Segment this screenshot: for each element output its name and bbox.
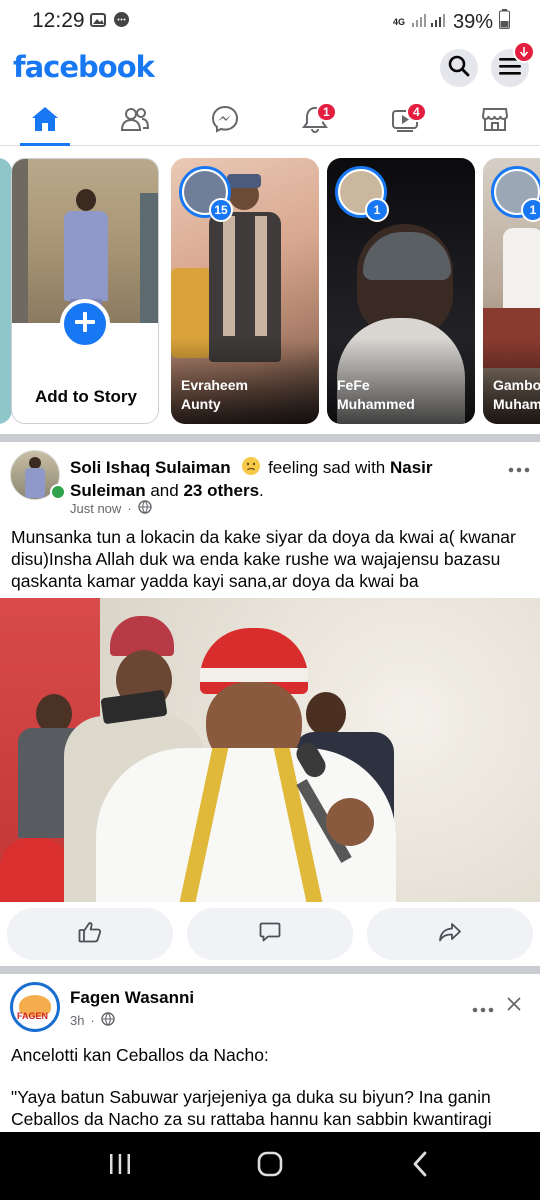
back-icon (411, 1151, 429, 1182)
post-time[interactable]: Just now (70, 501, 121, 516)
tab-home[interactable] (0, 98, 90, 146)
download-badge-icon (513, 41, 535, 63)
feed-separator (0, 966, 540, 974)
search-icon (448, 55, 470, 82)
add-story-button[interactable] (60, 299, 110, 349)
thumbs-up-icon (78, 921, 102, 948)
post-image[interactable] (0, 598, 540, 902)
globe-icon (137, 500, 152, 517)
post-meta: 3h · (70, 1012, 115, 1029)
video-badge: 4 (406, 102, 427, 122)
post-header-text: Soli Ishaq Sulaiman feeling sad with Nas… (70, 456, 433, 500)
story-author-name: Gambo Muham (493, 377, 540, 412)
sad-emoji-icon (241, 456, 261, 476)
tab-notifications[interactable]: 1 (270, 98, 360, 144)
home-nav-button[interactable] (254, 1150, 286, 1182)
post-card: FAGEN Fagen Wasanni 3h · Ancelotti kan C… (0, 974, 540, 1132)
home-nav-icon (256, 1150, 284, 1183)
story-count-badge: 15 (209, 198, 233, 222)
post-card: Soli Ishaq Sulaiman feeling sad with Nas… (0, 442, 540, 966)
battery-percent: 39% (452, 10, 493, 33)
post-body-line1: Ancelotti kan Ceballos da Nacho: (11, 1045, 269, 1065)
battery-icon (499, 9, 510, 35)
tab-messenger[interactable] (180, 98, 270, 144)
page-avatar[interactable]: FAGEN (10, 982, 60, 1032)
app-header: facebook (0, 41, 540, 98)
home-icon (31, 106, 59, 137)
comment-button[interactable] (187, 908, 353, 960)
feed-separator (0, 434, 540, 442)
signal-icon (411, 11, 447, 34)
recent-apps-button[interactable] (106, 1150, 134, 1182)
page-name[interactable]: Fagen Wasanni (70, 988, 194, 1008)
main-tabs: 1 4 (0, 98, 540, 146)
story-card-gambo[interactable]: 1 Gambo Muham (483, 158, 540, 424)
tagged-others[interactable]: 23 others (183, 481, 259, 500)
tab-friends[interactable] (90, 98, 180, 144)
menu-button[interactable] (491, 41, 535, 87)
close-icon (506, 997, 522, 1016)
post-options-button[interactable] (472, 1000, 494, 1018)
system-nav-bar (0, 1132, 540, 1200)
page-logo-text: FAGEN (17, 1011, 49, 1021)
network-type: 4G (392, 16, 405, 27)
friends-icon (120, 107, 150, 136)
hide-post-button[interactable] (506, 996, 522, 1017)
add-story-card[interactable]: Add to Story (11, 158, 159, 424)
share-icon (438, 922, 462, 947)
story-count-badge: 1 (521, 198, 540, 222)
status-time: 12:29 (32, 9, 85, 32)
share-button[interactable] (367, 908, 533, 960)
online-status-dot (50, 484, 66, 500)
comment-icon (259, 921, 281, 948)
plus-icon (74, 311, 96, 338)
post-feeling: feeling sad with (268, 458, 386, 477)
add-story-label: Add to Story (35, 387, 137, 406)
story-card-fefe[interactable]: 1 FeFe Muhammed (327, 158, 475, 424)
back-button[interactable] (406, 1150, 434, 1182)
story-card-evraheem[interactable]: 15 Evraheem Aunty (171, 158, 319, 424)
post-time[interactable]: 3h (70, 1013, 84, 1028)
post-and: and (150, 481, 179, 500)
chat-notification-icon (113, 11, 130, 34)
stories-tray: Add to Story 15 Evraheem Aunty 1 FeFe Mu… (0, 146, 540, 436)
more-options-icon (472, 1000, 494, 1017)
more-options-icon (508, 460, 530, 477)
recent-apps-icon (108, 1152, 132, 1181)
post-body-text: Munsanka tun a lokacin da kake siyar da … (11, 527, 516, 591)
tab-marketplace[interactable] (450, 98, 540, 144)
marketplace-icon (481, 106, 509, 137)
messenger-icon (211, 105, 239, 138)
story-count-badge: 1 (365, 198, 389, 222)
post-options-button[interactable] (508, 460, 530, 478)
globe-icon (101, 1012, 115, 1029)
facebook-logo[interactable]: facebook (13, 50, 155, 84)
tab-video[interactable]: 4 (360, 98, 450, 144)
search-button[interactable] (440, 49, 478, 87)
story-author-name: Evraheem Aunty (181, 377, 248, 412)
post-meta: Just now · (70, 500, 152, 517)
gallery-icon (90, 11, 106, 34)
like-button[interactable] (7, 908, 173, 960)
post-body-line2: "Yaya batun Sabuwar yarjejeniya ga duka … (11, 1087, 492, 1129)
status-bar: 12:29 4G 39% (0, 0, 540, 42)
notifications-badge: 1 (316, 102, 337, 122)
story-author-name: FeFe Muhammed (337, 377, 415, 412)
post-author-name[interactable]: Soli Ishaq Sulaiman (70, 458, 231, 477)
